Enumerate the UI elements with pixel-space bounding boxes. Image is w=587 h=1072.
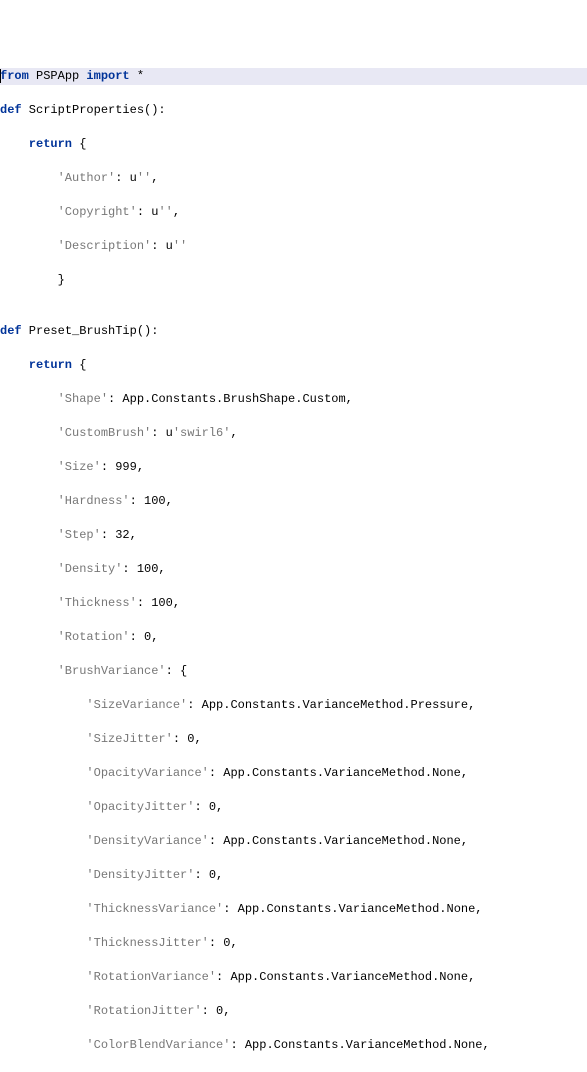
keyword-import: import [86,69,129,83]
keyword-return: return [0,137,72,151]
code-line: 'Thickness': 100, [0,595,587,612]
code-line: return { [0,357,587,374]
code-line: 'OpacityVariance': App.Constants.Varianc… [0,765,587,782]
brace: { [72,137,86,151]
code-line: 'Author': u'', [0,170,587,187]
string: 'SizeVariance' [86,698,187,712]
code-line: } [0,272,587,289]
string: 'Hardness' [58,494,130,508]
code-line: 'Copyright': u'', [0,204,587,221]
string: '' [158,205,172,219]
code-editor[interactable]: from PSPApp import * def ScriptPropertie… [0,68,587,1072]
code-line: 'DensityJitter': 0, [0,867,587,884]
string: 'swirl6' [173,426,231,440]
keyword-def: def [0,324,22,338]
string: '' [137,171,151,185]
code-line: 'SizeVariance': App.Constants.VarianceMe… [0,697,587,714]
code-line: 'ThicknessJitter': 0, [0,935,587,952]
code-line: 'Description': u'' [0,238,587,255]
string: 'Copyright' [58,205,137,219]
code-line: 'Rotation': 0, [0,629,587,646]
code-line: 'BrushVariance': { [0,663,587,680]
code-line: 'Size': 999, [0,459,587,476]
code-line: 'Density': 100, [0,561,587,578]
code-line: 'DensityVariance': App.Constants.Varianc… [0,833,587,850]
star: * [130,69,144,83]
code-line: def ScriptProperties(): [0,102,587,119]
code-line: def Preset_BrushTip(): [0,323,587,340]
brace: { [72,358,86,372]
string: 'Description' [58,239,152,253]
string: 'OpacityJitter' [86,800,194,814]
string: 'ThicknessJitter' [86,936,208,950]
code-line: 'ColorBlendVariance': App.Constants.Vari… [0,1037,587,1054]
string: 'ColorBlendVariance' [86,1038,230,1052]
string: 'Step' [58,528,101,542]
code-line: 'CustomBrush': u'swirl6', [0,425,587,442]
code-line-1: from PSPApp import * [0,68,587,85]
code-line: 'ThicknessVariance': App.Constants.Varia… [0,901,587,918]
code-line: 'RotationVariance': App.Constants.Varian… [0,969,587,986]
keyword-def: def [0,103,22,117]
string: 'DensityVariance' [86,834,208,848]
string: 'Author' [58,171,116,185]
string: 'DensityJitter' [86,868,194,882]
keyword-from: from [0,69,29,83]
string: 'RotationJitter' [86,1004,201,1018]
code-line: 'ColorBlendJitter': 0, [0,1071,587,1072]
string: '' [173,239,187,253]
string: 'Rotation' [58,630,130,644]
string: 'Shape' [58,392,108,406]
string: 'CustomBrush' [58,426,152,440]
string: 'Thickness' [58,596,137,610]
function-name: Preset_BrushTip(): [22,324,159,338]
code-line: return { [0,136,587,153]
string: 'BrushVariance' [58,664,166,678]
code-line: 'OpacityJitter': 0, [0,799,587,816]
keyword-return: return [0,358,72,372]
string: 'ThicknessVariance' [86,902,223,916]
string: 'SizeJitter' [86,732,172,746]
string: 'Density' [58,562,123,576]
string: 'RotationVariance' [86,970,216,984]
string: 'Size' [58,460,101,474]
code-line: 'Shape': App.Constants.BrushShape.Custom… [0,391,587,408]
code-line: 'RotationJitter': 0, [0,1003,587,1020]
string: 'OpacityVariance' [86,766,208,780]
module-name: PSPApp [29,69,87,83]
code-line: 'Hardness': 100, [0,493,587,510]
code-line: 'SizeJitter': 0, [0,731,587,748]
function-name: ScriptProperties(): [22,103,166,117]
